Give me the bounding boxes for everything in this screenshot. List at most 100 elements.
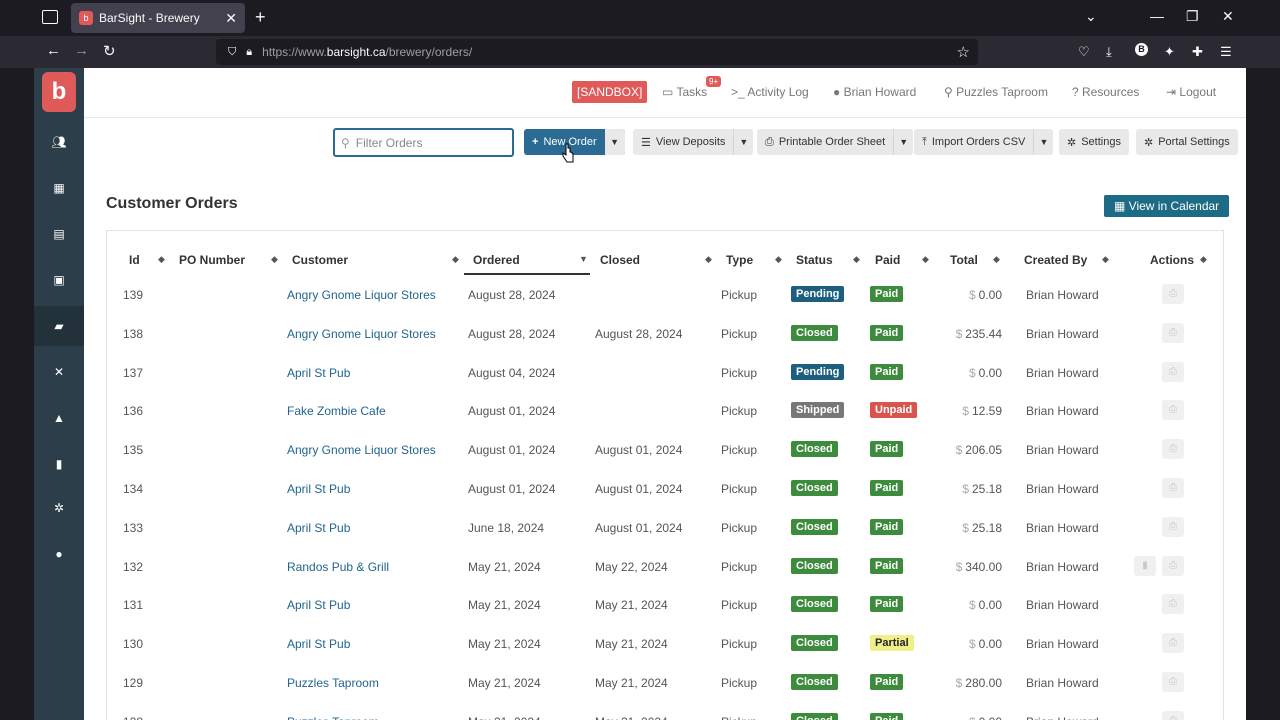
forward-icon[interactable]: → [74, 42, 89, 59]
table-row[interactable]: 139 Angry Gnome Liquor Stores August 28, 2… [107, 276, 1223, 314]
resources-link[interactable]: ? Resources [1072, 85, 1139, 99]
tab-list-icon[interactable] [42, 10, 58, 24]
table-row[interactable]: 131 April St Pub May 21, 2024 May 21, 2024 P… [107, 586, 1223, 624]
utensils-icon[interactable]: ✕ [34, 352, 84, 392]
customer-link[interactable]: April St Pub [287, 637, 350, 651]
tasks-link[interactable]: ▭ Tasks [662, 85, 707, 99]
column-header-closed[interactable]: Closed [600, 253, 640, 267]
tab-overflow-icon[interactable]: ⌄ [1085, 8, 1097, 25]
table-row[interactable]: 135 Angry Gnome Liquor Stores August 01, 2… [107, 431, 1223, 469]
customer-link[interactable]: Angry Gnome Liquor Stores [287, 288, 436, 302]
print-icon[interactable]: ⎙ [1162, 594, 1184, 615]
close-tab-icon[interactable]: ✕ [225, 10, 237, 27]
view-deposits-button[interactable]: ☰ View Deposits [633, 129, 733, 155]
customer-link[interactable]: Fake Zombie Cafe [287, 404, 386, 418]
customer-link[interactable]: Puzzles Taproom [287, 715, 379, 720]
book-icon[interactable]: ▮ [34, 444, 84, 484]
table-row[interactable]: 136 Fake Zombie Cafe August 01, 2024 Pickup… [107, 392, 1223, 430]
customer-link[interactable]: Randos Pub & Grill [287, 560, 389, 574]
sort-icon[interactable]: ◆ [922, 254, 929, 265]
money-icon[interactable]: ▣ [34, 260, 84, 300]
maximize-icon[interactable]: ❐ [1186, 8, 1199, 25]
back-icon[interactable]: ← [46, 42, 61, 59]
close-window-icon[interactable]: ✕ [1222, 8, 1234, 25]
settings-button[interactable]: ✲ Settings [1059, 129, 1129, 155]
user-link[interactable]: ● Brian Howard [833, 85, 916, 99]
print-icon[interactable]: ⎙ [1162, 284, 1184, 304]
logout-link[interactable]: ⇥ Logout [1166, 85, 1216, 99]
sort-icon[interactable]: ◆ [452, 254, 459, 265]
printable-sheet-button[interactable]: ⎙ Printable Order Sheet [757, 129, 893, 155]
column-header-total[interactable]: Total [950, 253, 978, 267]
print-icon[interactable]: ⎙ [1162, 710, 1184, 720]
customer-link[interactable]: April St Pub [287, 598, 350, 612]
table-row[interactable]: 134 April St Pub August 01, 2024 August 01,… [107, 470, 1223, 508]
menu-icon[interactable]: ☰ [1220, 44, 1232, 60]
column-header-type[interactable]: Type [726, 253, 753, 267]
table-row[interactable]: 132 Randos Pub & Grill May 21, 2024 May 22,… [107, 548, 1223, 586]
customer-link[interactable]: Angry Gnome Liquor Stores [287, 327, 436, 341]
print-icon[interactable]: ⎙ [1162, 400, 1184, 421]
lock-icon[interactable]: 🔒︎ [246, 46, 252, 59]
user-icon[interactable]: ● [34, 534, 84, 574]
table-row[interactable]: 137 April St Pub August 04, 2024 Pickup Bria… [107, 354, 1223, 392]
address-bar[interactable]: ⛉ 🔒︎ https://www. barsight.ca /brewery/o… [216, 39, 978, 65]
calendar-icon[interactable]: ▦ [34, 168, 84, 208]
graduation-cap-icon[interactable]: ▲ [34, 398, 84, 438]
print-icon[interactable]: ⎙ [1162, 478, 1184, 498]
sort-icon[interactable]: ◆ [775, 254, 782, 265]
print-icon[interactable]: ⎙ [1162, 361, 1184, 382]
view-deposits-caret-icon[interactable]: ▼ [733, 129, 753, 155]
delete-icon[interactable]: ▮ [1134, 555, 1156, 576]
print-icon[interactable]: ⎙ [1162, 322, 1184, 343]
print-icon[interactable]: ⎙ [1162, 555, 1184, 576]
column-header-paid[interactable]: Paid [875, 253, 900, 267]
column-header-created-by[interactable]: Created By [1024, 253, 1087, 267]
reload-icon[interactable]: ↻ [103, 42, 116, 60]
sort-icon[interactable]: ◆ [1200, 254, 1207, 265]
table-row[interactable]: 129 Puzzles Taproom May 21, 2024 May 21, 20… [107, 664, 1223, 702]
bitwarden-icon[interactable]: B [1135, 43, 1148, 56]
new-tab-icon[interactable]: + [255, 8, 266, 26]
print-icon[interactable]: ⎙ [1162, 672, 1184, 692]
beer-icon[interactable]: ▰ [34, 306, 84, 346]
location-link[interactable]: ⚲ Puzzles Taproom [944, 85, 1048, 99]
column-header-po-number[interactable]: PO Number [179, 253, 245, 267]
column-header-id[interactable]: Id [129, 253, 140, 267]
sort-icon[interactable]: ◆ [1102, 254, 1109, 265]
customer-link[interactable]: April St Pub [287, 366, 350, 380]
column-header-customer[interactable]: Customer [292, 253, 348, 267]
barsight-logo[interactable]: b [42, 72, 76, 112]
customer-link[interactable]: Angry Gnome Liquor Stores [287, 443, 436, 457]
print-icon[interactable]: ⎙ [1162, 516, 1184, 537]
download-icon[interactable]: ⤓ [1106, 44, 1112, 60]
document-icon[interactable]: ▤ [34, 214, 84, 254]
sort-icon[interactable]: ◆ [993, 254, 1000, 265]
table-row[interactable]: 128 Puzzles Taproom May 21, 2024 May 21, 20… [107, 703, 1223, 720]
column-header-ordered[interactable]: Ordered [473, 253, 520, 267]
sort-desc-icon[interactable]: ▼ [579, 254, 588, 264]
puzzle-icon[interactable]: ✚ [1192, 44, 1203, 60]
sort-icon[interactable]: ◆ [853, 254, 860, 265]
sort-icon[interactable]: ◆ [158, 254, 165, 265]
activity-log-link[interactable]: >_ Activity Log [731, 85, 809, 99]
extensions-icon[interactable]: ✦ [1164, 44, 1175, 60]
table-row[interactable]: 130 April St Pub May 21, 2024 May 21, 2024 P… [107, 625, 1223, 663]
minimize-icon[interactable]: — [1150, 8, 1164, 24]
bookmark-star-icon[interactable]: ☆ [957, 43, 970, 61]
table-row[interactable]: 133 April St Pub June 18, 2024 August 01, 2… [107, 509, 1223, 547]
portal-settings-button[interactable]: ✲ Portal Settings [1136, 129, 1238, 155]
customer-link[interactable]: April St Pub [287, 482, 350, 496]
print-icon[interactable]: ⎙ [1162, 439, 1184, 460]
customer-link[interactable]: April St Pub [287, 521, 350, 535]
shield-icon[interactable]: ⛉ [228, 46, 236, 59]
filter-orders[interactable]: ⚲ [333, 128, 514, 157]
sort-icon[interactable]: ◆ [705, 254, 712, 265]
browser-tab[interactable]: b BarSight - Brewery ✕ [71, 3, 245, 33]
column-header-status[interactable]: Status [796, 253, 833, 267]
printable-sheet-caret-icon[interactable]: ▼ [893, 129, 913, 155]
import-csv-caret-icon[interactable]: ▼ [1033, 129, 1053, 155]
users-icon[interactable]: 👥︎ [34, 122, 84, 162]
table-row[interactable]: 138 Angry Gnome Liquor Stores August 28, 2… [107, 315, 1223, 353]
new-order-caret-icon[interactable]: ▼ [604, 129, 625, 155]
